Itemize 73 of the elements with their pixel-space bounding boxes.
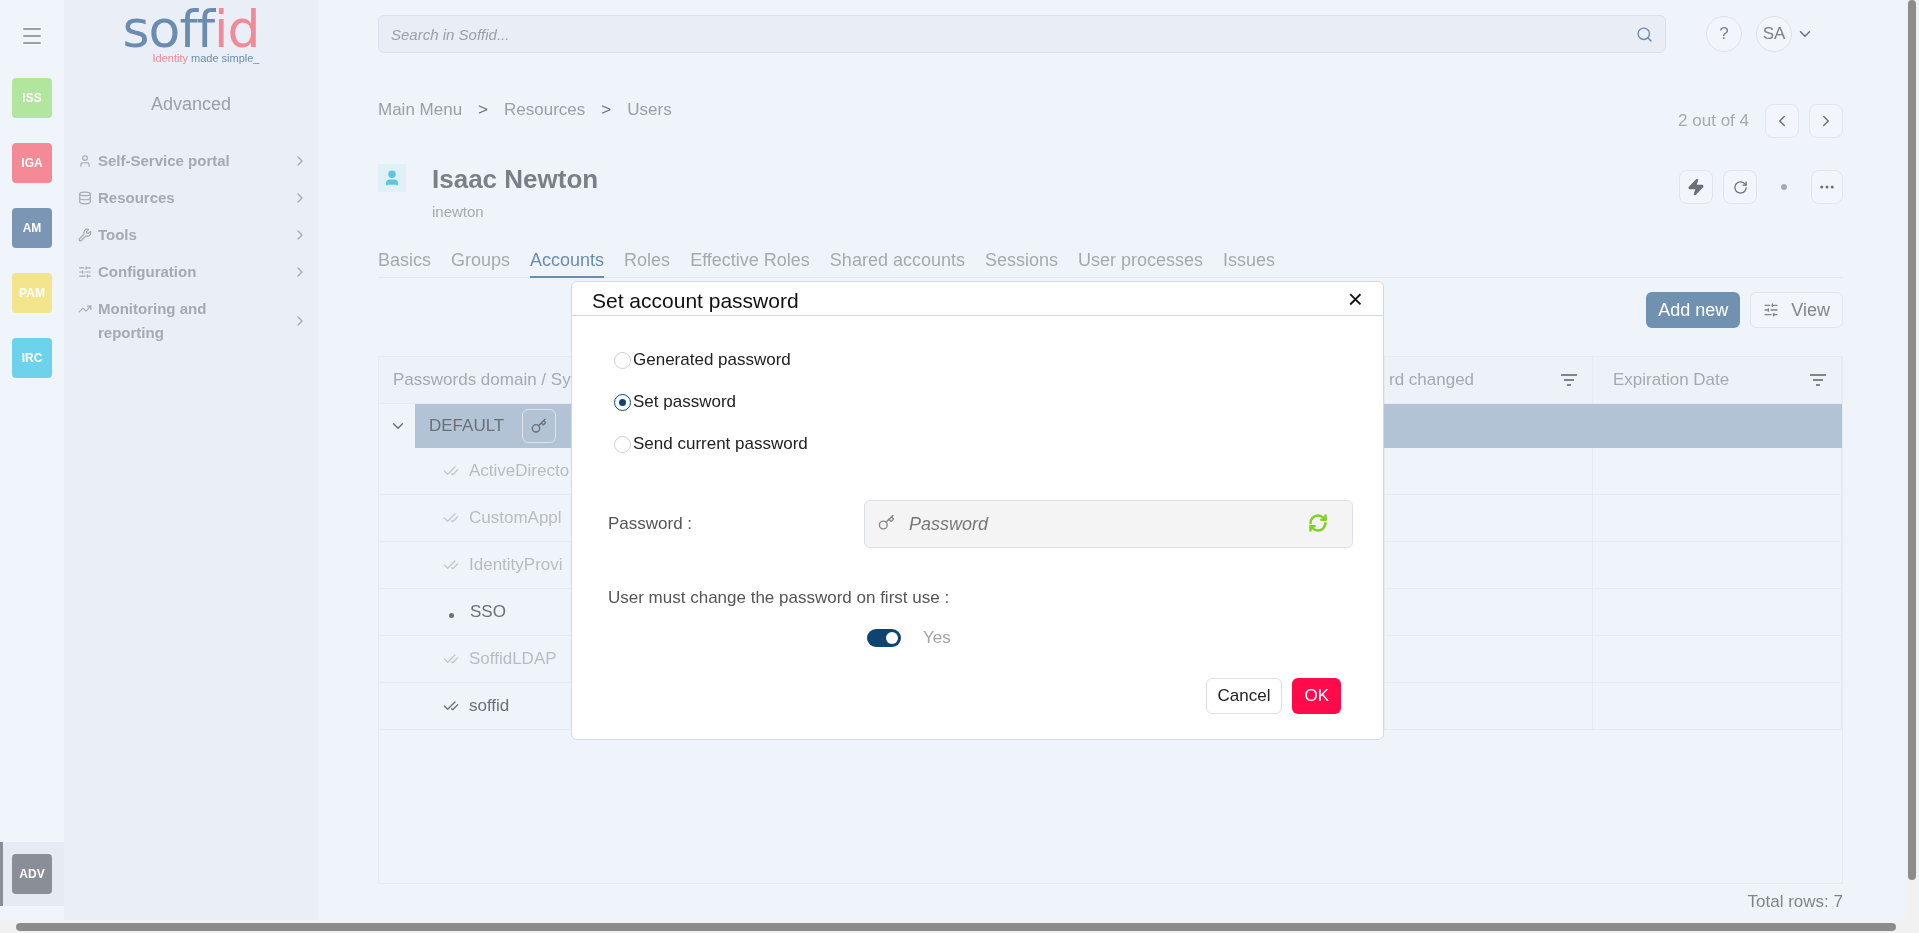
search-field[interactable]: Search in Soffid... [378,15,1666,53]
status-dot-icon [1781,184,1787,190]
total-rows: Total rows: 7 [1747,892,1843,912]
tab[interactable]: Sessions [984,250,1058,278]
tab[interactable]: Effective Roles [690,250,810,278]
radio-label[interactable]: Send current password [633,432,808,456]
app-launcher[interactable]: IGA [12,143,52,183]
filter-icon[interactable] [1809,373,1827,387]
account-avatar[interactable]: SA [1756,16,1792,52]
sliders-icon[interactable] [1763,302,1780,318]
search-icon[interactable] [1636,25,1653,43]
breadcrumb-link[interactable]: Main Menu [378,100,463,120]
account-name: soffid [469,696,510,716]
sidebar-item[interactable]: Self-Service portal [78,149,230,173]
key-icon[interactable] [531,418,548,434]
tab[interactable]: Shared accounts [829,250,965,278]
refresh-icon[interactable] [1732,179,1748,195]
field-label: Password : [608,514,694,534]
sidebar-item[interactable]: Tools [78,223,137,247]
dot-icon [449,612,454,618]
toggle-switch[interactable] [867,629,901,647]
tab[interactable]: Basics [378,250,431,278]
sidebar-title: Advanced [150,94,232,115]
lightning-button[interactable] [1679,170,1713,204]
database-icon [78,191,92,205]
tab[interactable]: Accounts [530,250,605,278]
key-button[interactable] [522,409,557,443]
breadcrumb-separator: > [601,100,612,120]
radio-label[interactable]: Generated password [633,348,791,372]
tab[interactable]: User processes [1078,250,1204,278]
tab[interactable]: Roles [624,250,671,278]
column-header[interactable]: Expiration Date [1613,370,1730,390]
dialog-title: Set account password [592,287,799,313]
wrench-icon [78,228,92,242]
generate-icon[interactable] [1308,513,1328,533]
logo-tagline: Identity made simple_ [152,52,260,64]
app-launcher[interactable]: ISS [12,78,52,118]
sidebar-item[interactable]: Resources [78,186,175,210]
app-launcher[interactable]: PAM [12,273,52,313]
close-button[interactable]: × [1347,285,1363,312]
add-new-button[interactable]: Add new [1646,292,1741,328]
user-name: Isaac Newton [432,164,599,195]
breadcrumb-separator: > [478,100,489,120]
field-label: User must change the password on first use : [607,587,951,608]
tab[interactable]: Groups [451,250,511,278]
radio-label[interactable]: Set password [633,390,736,414]
sidebar-item[interactable]: Monitoring and reporting [78,297,268,345]
key-icon [878,514,895,531]
filter-icon[interactable] [1560,373,1578,387]
breadcrumb-link[interactable]: Resources [504,100,586,120]
toggle-label: Yes [923,628,951,648]
vertical-scrollbar[interactable] [1905,0,1919,920]
horizontal-scrollbar[interactable] [0,920,1919,933]
cancel-button[interactable]: Cancel [1205,678,1283,714]
app-launcher[interactable]: IRC [12,338,52,378]
view-button[interactable]: View [1750,292,1843,328]
breadcrumb-link[interactable]: Users [627,100,672,120]
sidebar-item[interactable]: Configuration [78,260,197,284]
person-icon [78,154,92,168]
column-header[interactable]: rd changed [1389,370,1475,390]
help-button[interactable]: ? [1706,16,1742,52]
user-avatar [378,164,406,192]
account-name: SSO [470,602,506,622]
app-launcher[interactable]: AM [12,208,52,248]
password-field[interactable]: Password [864,500,1353,548]
sliders-icon [78,265,92,279]
lightning-icon[interactable] [1687,178,1705,196]
pager-text: 2 out of 4 [1678,111,1749,131]
refresh-button[interactable] [1723,170,1757,204]
ok-button[interactable]: OK [1292,678,1341,714]
tab[interactable]: Issues [1223,250,1276,278]
user-login: inewton [432,203,485,220]
logo: soffid [122,4,260,54]
